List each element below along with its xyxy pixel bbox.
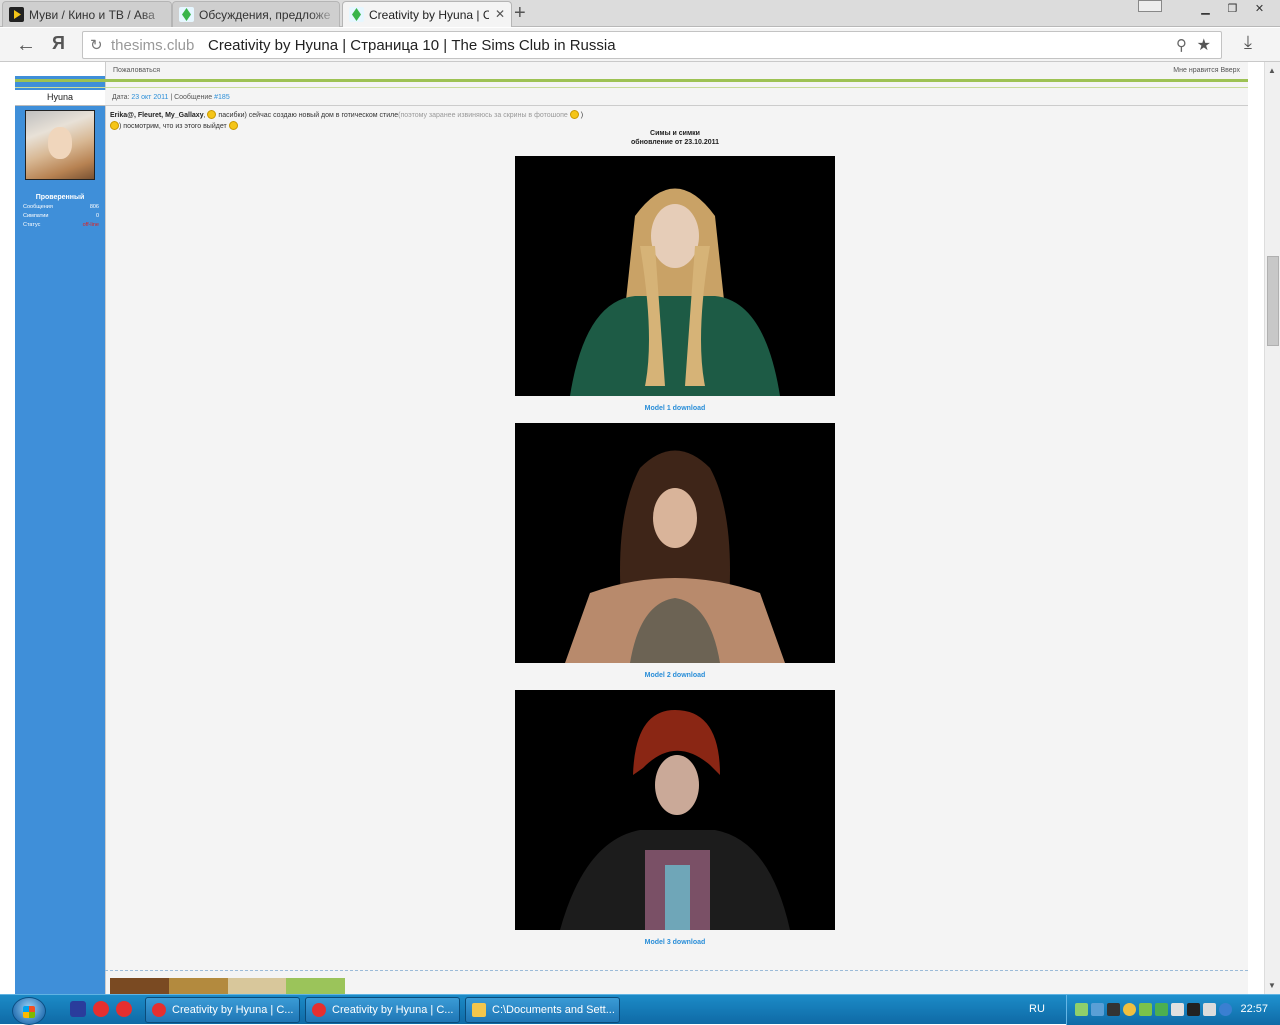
bookmark-star-icon[interactable]: ★	[1197, 35, 1211, 55]
page-viewport: Пожаловаться Мне нравится Вверх Hyuna Да…	[0, 62, 1264, 994]
opera-icon[interactable]	[116, 1001, 132, 1017]
folder-icon	[472, 1003, 486, 1017]
smile-icon	[228, 121, 238, 130]
clock[interactable]: 22:57	[1240, 1003, 1268, 1015]
post-divider	[15, 79, 1248, 82]
window-controls: ▁ ❐ ✕	[1193, 0, 1272, 18]
browser-menu-button[interactable]	[1138, 0, 1162, 12]
opera-icon	[152, 1003, 166, 1017]
tray-app-icon[interactable]	[1107, 1003, 1120, 1016]
tray-app-icon[interactable]	[1187, 1003, 1200, 1016]
model-2-download-link[interactable]: Model 2 download	[515, 672, 835, 679]
volume-icon[interactable]	[1171, 1003, 1184, 1016]
smile-icon	[110, 121, 119, 130]
restore-icon[interactable]: ❐	[1220, 0, 1245, 16]
model-3-download-link[interactable]: Model 3 download	[515, 939, 835, 946]
browser-toolbar: ← Я ↻ thesims.club Creativity by Hyuna |…	[0, 28, 1280, 62]
scroll-up-icon[interactable]: ▲	[1268, 66, 1276, 75]
system-tray: RU 22:57	[1029, 995, 1280, 1025]
post-actions[interactable]: Мне нравится Вверх	[1173, 67, 1240, 74]
previous-post-footer: Пожаловаться Мне нравится Вверх	[105, 62, 1248, 78]
address-page-title: Creativity by Hyuna | Страница 10 | The …	[208, 37, 616, 54]
yandex-logo-icon[interactable]: Я	[52, 33, 65, 54]
quoted-usernames: Erika@, Fleuret, My_Gallaxy	[110, 112, 204, 119]
author-name[interactable]: Hyuna	[15, 90, 105, 106]
tray-app-icon[interactable]	[1123, 1003, 1136, 1016]
tray-app-icon[interactable]	[1139, 1003, 1152, 1016]
tab-label: Creativity by Hyuna | Стр	[369, 8, 489, 22]
play-icon	[9, 7, 24, 22]
user-stats: Сообщения 806 Симпатии 0 Статус off-line	[23, 204, 99, 228]
sims-plumbob-icon	[349, 7, 364, 22]
start-button[interactable]	[12, 997, 46, 1025]
tray-app-icon[interactable]	[1155, 1003, 1168, 1016]
tray-icons	[1075, 1003, 1232, 1016]
tray-app-icon[interactable]	[1219, 1003, 1232, 1016]
post-date-link[interactable]: 23 окт 2011	[131, 94, 168, 101]
tab-movies[interactable]: Муви / Кино и ТВ / Ава	[2, 1, 172, 27]
tab-label: Муви / Кино и ТВ / Ава	[29, 8, 155, 22]
reload-icon[interactable]: ↻	[90, 36, 103, 54]
user-rank: Проверенный	[35, 194, 85, 201]
new-tab-button[interactable]: +	[514, 2, 526, 24]
post-message: Erika@, Fleuret, My_Gallaxy, пасибки) се…	[110, 110, 584, 130]
smile-icon	[569, 110, 579, 119]
close-icon[interactable]: ✕	[495, 7, 505, 21]
post-heading: Симы и симки обновление от 23.10.2011	[630, 130, 720, 146]
post-number-link[interactable]: #185	[214, 94, 230, 101]
sims-plumbob-icon	[179, 7, 194, 22]
tray-app-icon[interactable]	[1203, 1003, 1216, 1016]
taskbar-item[interactable]: C:\Documents and Sett...	[465, 997, 620, 1023]
post-separator	[105, 970, 1248, 971]
post-meta: Дата: 23 окт 2011 | Сообщение #185	[105, 90, 1248, 106]
next-post-images[interactable]	[110, 978, 345, 994]
complain-link[interactable]: Пожаловаться	[113, 67, 160, 74]
tab-discussions[interactable]: Обсуждения, предложе	[172, 1, 340, 27]
yandex-browser-icon	[312, 1003, 326, 1017]
page-scrollbar[interactable]: ▲ ▼	[1264, 62, 1280, 994]
close-window-icon[interactable]: ✕	[1247, 0, 1272, 16]
search-icon[interactable]: ⚲	[1176, 36, 1187, 54]
model-1-image[interactable]	[515, 156, 835, 396]
tab-creativity[interactable]: Creativity by Hyuna | Стр ✕	[342, 1, 512, 27]
address-bar[interactable]: ↻ thesims.club Creativity by Hyuna | Стр…	[82, 31, 1222, 59]
address-domain: thesims.club	[111, 37, 195, 54]
download-icon[interactable]: ⤓	[1244, 32, 1252, 53]
back-arrow-icon[interactable]: ←	[16, 34, 36, 57]
windows-taskbar: Creativity by Hyuna | C... Creativity by…	[0, 994, 1280, 1025]
author-sidebar	[15, 62, 105, 994]
model-2-image[interactable]	[515, 423, 835, 663]
minimize-icon[interactable]: ▁	[1193, 0, 1218, 16]
browser-tab-strip: Муви / Кино и ТВ / Ава Обсуждения, предл…	[0, 0, 1280, 27]
avatar[interactable]	[25, 110, 95, 180]
yandex-browser-icon[interactable]	[93, 1001, 109, 1017]
model-3-image[interactable]	[515, 690, 835, 930]
model-1-download-link[interactable]: Model 1 download	[515, 405, 835, 412]
language-indicator[interactable]: RU	[1029, 1003, 1045, 1015]
scrollbar-thumb[interactable]	[1267, 256, 1279, 346]
windows-logo-icon	[23, 1006, 35, 1018]
tray-app-icon[interactable]	[1075, 1003, 1088, 1016]
taskbar-item[interactable]: Creativity by Hyuna | C...	[305, 997, 460, 1023]
scroll-down-icon[interactable]: ▼	[1268, 981, 1276, 990]
tray-app-icon[interactable]	[1091, 1003, 1104, 1016]
taskbar-item[interactable]: Creativity by Hyuna | C...	[145, 997, 300, 1023]
quicklaunch-app-icon[interactable]	[70, 1001, 86, 1017]
